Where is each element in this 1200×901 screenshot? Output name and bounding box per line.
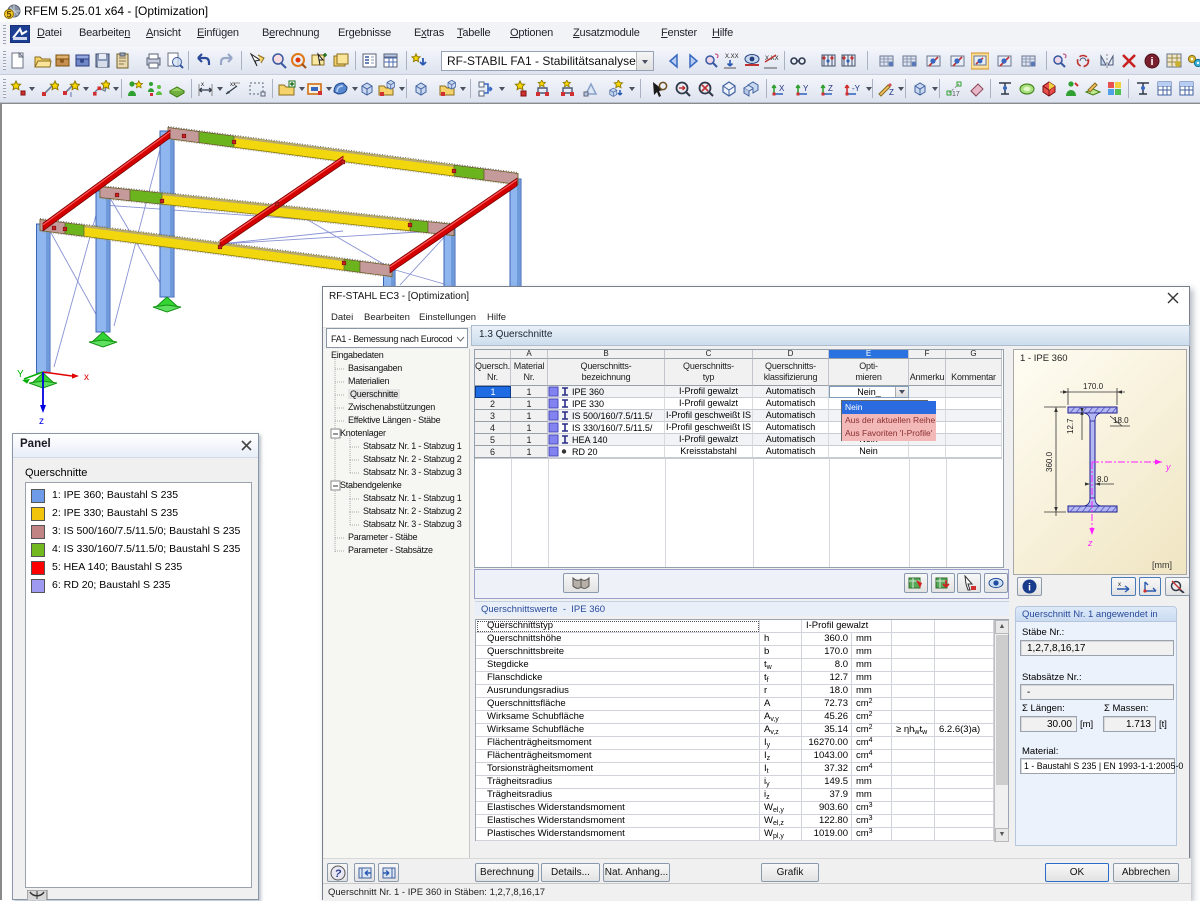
svg-text:Y: Y xyxy=(17,369,24,380)
svg-text:i: i xyxy=(1150,56,1153,68)
svg-text:i: i xyxy=(1028,583,1031,594)
svg-text:X: X xyxy=(779,84,785,93)
svg-text:170.0: 170.0 xyxy=(1083,382,1104,391)
svg-text:360.0: 360.0 xyxy=(1045,451,1054,472)
svg-text:x: x xyxy=(84,372,89,383)
svg-text:x: x xyxy=(1118,582,1121,588)
svg-text:X.XX: X.XX xyxy=(725,54,739,60)
svg-text:17: 17 xyxy=(952,91,960,98)
svg-text:-Y: -Y xyxy=(852,84,861,93)
svg-text:I: I xyxy=(70,92,72,98)
svg-text:18.0: 18.0 xyxy=(1113,416,1129,425)
svg-text:Y: Y xyxy=(803,84,809,93)
svg-text:[mm]: [mm] xyxy=(1152,560,1172,570)
svg-text:Z: Z xyxy=(889,88,894,97)
svg-text:y: y xyxy=(1165,462,1171,472)
svg-text:?: ? xyxy=(334,868,341,880)
svg-text:z: z xyxy=(1087,538,1093,548)
svg-text:5: 5 xyxy=(6,10,11,20)
svg-text:12.7: 12.7 xyxy=(1066,418,1075,434)
svg-text:z: z xyxy=(39,416,44,427)
svg-text:x: x xyxy=(201,82,204,88)
svg-text:8.0: 8.0 xyxy=(1097,475,1109,484)
svg-text:Z: Z xyxy=(828,84,833,93)
